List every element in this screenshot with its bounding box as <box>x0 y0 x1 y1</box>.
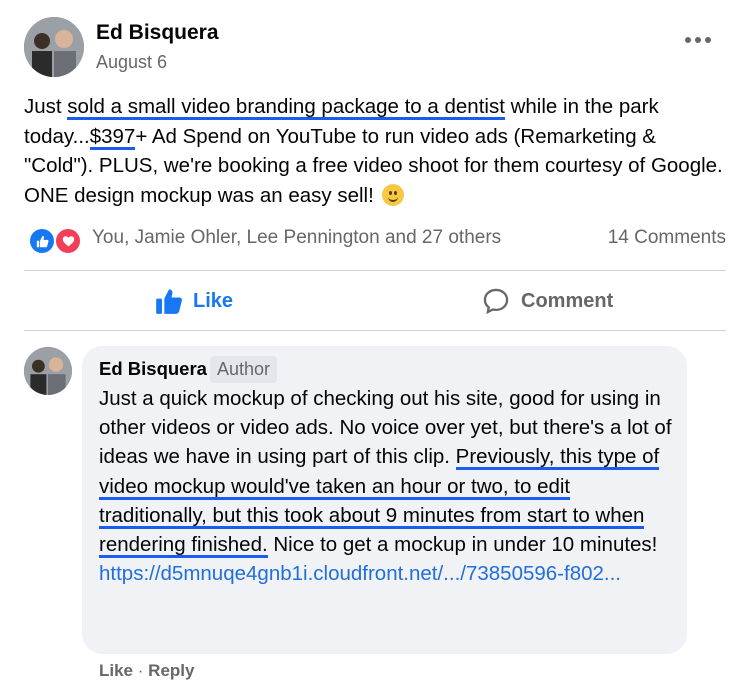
underlined-sale-text: sold a small video branding package to a… <box>67 95 505 118</box>
like-button-label: Like <box>193 289 234 312</box>
reactor-names[interactable]: You, Jamie Ohler, Lee Pennington and 27 … <box>92 227 501 249</box>
thumbs-up-icon <box>156 289 182 314</box>
comment-author-name[interactable]: Ed Bisquera <box>99 358 207 380</box>
comment-actions: Like · Reply <box>99 661 194 681</box>
divider <box>24 270 726 271</box>
smiling-face-icon <box>381 183 404 206</box>
post-timestamp[interactable]: August 6 <box>96 52 167 73</box>
commenter-avatar[interactable] <box>24 347 72 395</box>
comment-bubble-icon <box>483 288 509 315</box>
comment-bubble: Ed Bisquera Author Just a quick mockup o… <box>82 346 687 654</box>
divider <box>24 330 726 331</box>
comment-link[interactable]: https://d5mnuqe4gnb1i.cloudfront.net/...… <box>99 562 621 585</box>
underlined-price-text: $397 <box>89 124 136 148</box>
reactions-summary[interactable]: You, Jamie Ohler, Lee Pennington and 27 … <box>24 224 726 255</box>
comment-reply-link[interactable]: Reply <box>148 661 194 680</box>
comment-body: Just a quick mockup of checking out his … <box>99 387 672 586</box>
author-badge: Author <box>210 356 278 383</box>
post-author-name[interactable]: Ed Bisquera <box>96 21 219 45</box>
separator-dot: · <box>137 661 144 680</box>
like-button[interactable]: Like <box>155 285 233 317</box>
love-reaction-icon <box>54 227 82 255</box>
comment-count[interactable]: 14 Comments <box>608 227 726 249</box>
more-options-icon[interactable] <box>685 30 715 50</box>
comment-button-label: Comment <box>521 289 614 312</box>
comment-button[interactable]: Comment <box>482 285 613 317</box>
post-body: Just sold a small video branding package… <box>24 95 723 207</box>
post-author-avatar[interactable] <box>24 17 84 77</box>
comment-like-link[interactable]: Like <box>99 661 133 680</box>
like-reaction-icon <box>28 227 56 255</box>
